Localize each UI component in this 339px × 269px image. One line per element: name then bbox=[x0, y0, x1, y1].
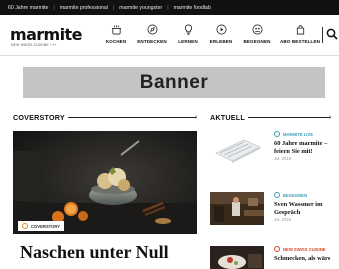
topbar-link-professional[interactable]: marmite professional bbox=[60, 5, 108, 11]
arrow-right-icon: › bbox=[328, 114, 332, 121]
people-icon bbox=[252, 24, 262, 35]
article-meta: NEW SWISS CUISINE Schmecken, als wärs bbox=[274, 246, 336, 263]
article-meta: BEGEGNEN Sven Wassmer im Gespräch Jul. 2… bbox=[274, 192, 336, 222]
aktuell-item[interactable]: NEW SWISS CUISINE Schmecken, als wärs bbox=[210, 246, 336, 269]
compass-icon bbox=[147, 24, 157, 35]
category-label: MARMITE LIVE bbox=[283, 131, 314, 137]
article-title[interactable]: 60 Jahre marmite – feiern Sie mit! bbox=[274, 140, 336, 155]
topbar-link-youngster[interactable]: marmite youngster bbox=[119, 5, 162, 11]
article-meta: MARMITE LIVE 60 Jahre marmite – feiern S… bbox=[274, 131, 336, 161]
nav-label: ABO BESTELLEN bbox=[279, 39, 321, 44]
pot-icon bbox=[111, 25, 121, 35]
cover-tag[interactable]: COVERSTORY bbox=[18, 221, 65, 231]
heading-rule bbox=[67, 117, 196, 118]
bag-icon bbox=[296, 25, 304, 35]
aktuell-item[interactable]: MARMITE LIVE 60 Jahre marmite – feiern S… bbox=[210, 131, 336, 171]
nav-label: BEGEGNEN bbox=[243, 39, 271, 44]
lightbulb-icon bbox=[184, 24, 192, 35]
article-thumbnail[interactable] bbox=[210, 192, 264, 225]
banner-text: Banner bbox=[139, 71, 209, 93]
site-logo[interactable]: marmite bbox=[10, 25, 82, 44]
site-header: marmite NEW SWISS CUISINE +++ KOCHEN ENT… bbox=[0, 15, 339, 56]
article-title[interactable]: Sven Wassmer im Gespräch bbox=[274, 201, 336, 216]
nav-item-abo-bestellen[interactable]: ABO BESTELLEN bbox=[280, 24, 320, 44]
arrow-right-icon: › bbox=[194, 114, 198, 121]
coverstory-image[interactable]: COVERSTORY bbox=[13, 131, 197, 234]
nav-item-begegnen[interactable]: BEGEGNEN bbox=[237, 24, 277, 44]
category-label: NEW SWISS CUISINE bbox=[283, 246, 326, 252]
ad-banner[interactable]: Banner bbox=[23, 67, 325, 98]
nav-item-erleben[interactable]: ERLEBEN bbox=[201, 24, 241, 44]
aktuell-item[interactable]: BEGEGNEN Sven Wassmer im Gespräch Jul. 2… bbox=[210, 192, 336, 232]
category-label: BEGEGNEN bbox=[283, 192, 307, 198]
category-icon bbox=[274, 131, 280, 137]
article-date: Jul. 2019 bbox=[274, 217, 291, 223]
topbar-separator: | bbox=[112, 4, 115, 11]
coverstory-title[interactable]: Naschen unter Null bbox=[20, 242, 169, 263]
nav-label: KOCHEN bbox=[105, 39, 127, 44]
aktuell-heading: AKTUELL › bbox=[210, 113, 331, 122]
article-thumbnail[interactable] bbox=[210, 246, 264, 269]
coverstory-heading-text: COVERSTORY bbox=[13, 113, 65, 122]
nav-label: ERLEBEN bbox=[209, 39, 233, 44]
search-icon[interactable] bbox=[326, 28, 338, 40]
food-photo bbox=[210, 246, 264, 269]
restaurant-photo bbox=[210, 192, 264, 225]
topbar-link-foodlab[interactable]: marmite foodlab bbox=[174, 5, 211, 11]
play-icon bbox=[216, 24, 226, 35]
category-icon bbox=[22, 223, 28, 229]
topbar-separator: | bbox=[53, 4, 55, 11]
nav-item-kochen[interactable]: KOCHEN bbox=[96, 24, 136, 44]
article-thumbnail[interactable] bbox=[210, 131, 264, 164]
coverstory-heading: COVERSTORY › bbox=[13, 113, 197, 122]
logo-tagline: NEW SWISS CUISINE +++ bbox=[11, 43, 57, 47]
topbar-separator: | bbox=[167, 4, 169, 11]
nav-label: LERNEN bbox=[178, 39, 198, 44]
cover-tag-text: COVERSTORY bbox=[31, 223, 61, 229]
article-title[interactable]: Schmecken, als wärs bbox=[274, 255, 336, 263]
nav-item-entdecken[interactable]: ENTDECKEN bbox=[132, 24, 172, 44]
topbar-link-60-jahre[interactable]: 60 Jahre marmite bbox=[8, 5, 48, 11]
article-category[interactable]: BEGEGNEN bbox=[274, 192, 336, 198]
article-category[interactable]: NEW SWISS CUISINE bbox=[274, 246, 336, 252]
magazine-photo bbox=[210, 131, 264, 164]
category-icon bbox=[274, 192, 280, 198]
article-category[interactable]: MARMITE LIVE bbox=[274, 131, 336, 137]
nav-divider bbox=[322, 27, 323, 43]
nav-label: ENTDECKEN bbox=[137, 39, 167, 44]
category-icon bbox=[274, 246, 280, 252]
heading-rule bbox=[247, 117, 330, 118]
dessert-photo bbox=[13, 131, 197, 234]
top-bar: 60 Jahre marmite | marmite professional … bbox=[0, 0, 339, 15]
article-date: Jul. 2019 bbox=[274, 156, 291, 162]
aktuell-heading-text: AKTUELL bbox=[210, 113, 245, 122]
